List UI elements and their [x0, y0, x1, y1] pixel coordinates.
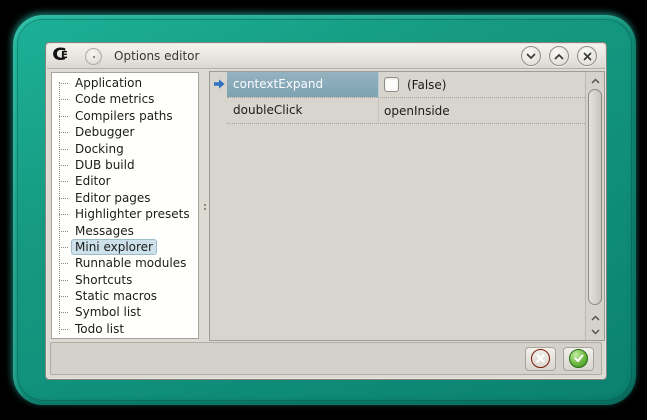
- sidebar-item-highlighter-presets[interactable]: Highlighter presets: [52, 206, 198, 222]
- property-value: (False): [379, 72, 585, 97]
- app-logo-icon: CE: [53, 47, 75, 65]
- vertical-scrollbar[interactable]: [585, 72, 604, 340]
- sidebar-item-debugger[interactable]: Debugger: [52, 124, 198, 140]
- scroll-down-icon: [591, 329, 600, 335]
- sidebar-item-editor[interactable]: Editor: [52, 173, 198, 189]
- scroll-down-button[interactable]: [586, 324, 605, 339]
- property-value[interactable]: openInside: [379, 98, 585, 123]
- property-row-doubleclick[interactable]: doubleClick openInside: [227, 98, 585, 124]
- chevron-up-icon: [554, 53, 564, 60]
- sidebar-item-static-macros[interactable]: Static macros: [52, 288, 198, 304]
- sidebar-item-todo-list[interactable]: Todo list: [52, 321, 198, 337]
- checkbox-unchecked[interactable]: [384, 77, 399, 92]
- window-menu-icon[interactable]: [85, 48, 102, 65]
- sidebar-item-application[interactable]: Application: [52, 75, 198, 91]
- scrollbar-thumb[interactable]: [588, 89, 602, 305]
- screen: CE Options editor Application Code metri: [0, 0, 647, 420]
- sidebar-item-shortcuts[interactable]: Shortcuts: [52, 272, 198, 288]
- footer-bar: [50, 342, 602, 375]
- chevron-down-icon: [526, 53, 536, 60]
- scroll-up-icon: [591, 78, 600, 84]
- cancel-button[interactable]: [525, 347, 556, 371]
- scroll-up-button[interactable]: [586, 73, 605, 88]
- sidebar-item-dub-build[interactable]: DUB build: [52, 157, 198, 173]
- ok-icon: [569, 349, 588, 368]
- accept-button[interactable]: [563, 347, 594, 371]
- sidebar-item-messages[interactable]: Messages: [52, 223, 198, 239]
- property-rows: contextExpand (False) doubleClick openIn…: [227, 72, 585, 124]
- minimize-button[interactable]: [521, 46, 541, 66]
- cancel-icon: [531, 349, 550, 368]
- titlebar-buttons: [521, 46, 597, 66]
- close-icon: [583, 52, 592, 61]
- property-name[interactable]: doubleClick: [227, 98, 379, 123]
- window-title: Options editor: [114, 49, 199, 63]
- row-indicator-arrow-icon: [214, 79, 225, 89]
- maximize-button[interactable]: [549, 46, 569, 66]
- grid-gutter: [210, 72, 227, 340]
- titlebar[interactable]: CE Options editor: [47, 44, 605, 69]
- sidebar-item-runnable-modules[interactable]: Runnable modules: [52, 255, 198, 271]
- splitter-handle[interactable]: [202, 72, 208, 339]
- category-tree: Application Code metrics Compilers paths…: [52, 75, 198, 337]
- property-name[interactable]: contextExpand: [227, 72, 379, 97]
- close-button[interactable]: [577, 46, 597, 66]
- sidebar-item-code-metrics[interactable]: Code metrics: [52, 91, 198, 107]
- scroll-up-icon: [591, 315, 600, 321]
- sidebar-item-docking[interactable]: Docking: [52, 141, 198, 157]
- property-grid: contextExpand (False) doubleClick openIn…: [209, 71, 605, 341]
- property-value-text: openInside: [384, 104, 450, 118]
- sidebar-item-symbol-list[interactable]: Symbol list: [52, 304, 198, 320]
- sidebar-item-mini-explorer[interactable]: Mini explorer: [52, 239, 198, 255]
- sidebar-item-editor-pages[interactable]: Editor pages: [52, 190, 198, 206]
- options-editor-window: CE Options editor Application Code metri: [45, 42, 607, 380]
- sidebar-item-compilers-paths[interactable]: Compilers paths: [52, 108, 198, 124]
- checkbox-state-label: (False): [407, 78, 447, 92]
- scroll-up-button-bottom[interactable]: [586, 310, 605, 325]
- category-list: Application Code metrics Compilers paths…: [51, 72, 199, 339]
- property-row-contextexpand[interactable]: contextExpand (False): [227, 72, 585, 98]
